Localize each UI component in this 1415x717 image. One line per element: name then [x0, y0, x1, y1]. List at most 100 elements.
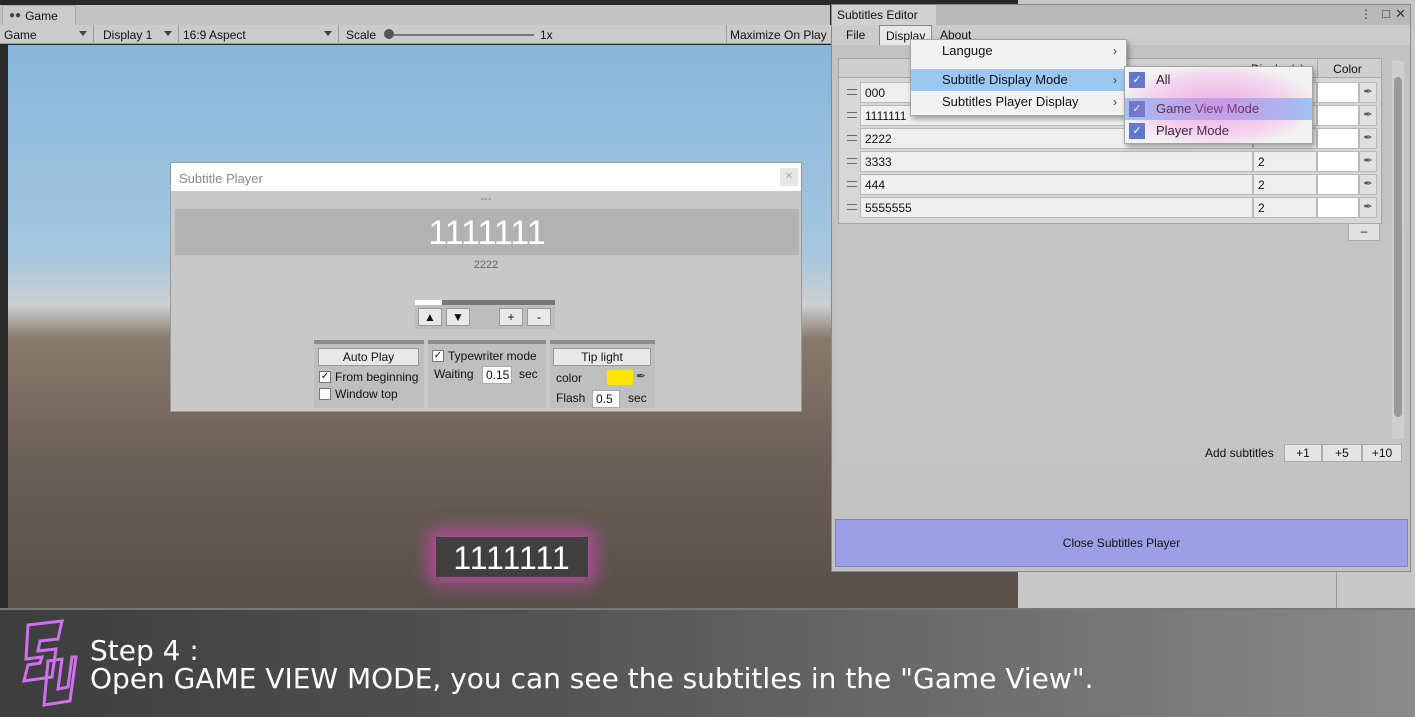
eyedropper-icon[interactable]: ✒: [1359, 128, 1377, 149]
scale-label: Scale: [346, 28, 377, 42]
drag-handle-icon[interactable]: [847, 204, 857, 210]
display-menu: Languge › Subtitle Display Mode › Subtitle…: [910, 39, 1127, 116]
tip-light-panel: Tip light color ✒ Flash 0.5 sec: [550, 340, 655, 408]
display-mode-submenu: ✓ All ✓ Game View Mode ✓ Player Mode: [1124, 66, 1313, 144]
auto-play-panel: Auto Play ✓ From beginning Window top: [314, 340, 424, 408]
eyedropper-icon[interactable]: ✒: [636, 369, 646, 383]
color-field[interactable]: [1317, 151, 1359, 172]
menu-file[interactable]: File: [840, 25, 871, 45]
drag-handle-icon[interactable]: [847, 158, 857, 164]
check-icon: ✓: [1129, 123, 1145, 139]
color-field[interactable]: [1317, 82, 1359, 103]
add-1-button[interactable]: +1: [1284, 444, 1322, 462]
scale-value: 1x: [540, 28, 553, 42]
chevron-down-icon: [164, 31, 172, 36]
scale-slider-handle[interactable]: [384, 29, 394, 39]
submenu-item-all-label: All: [1156, 72, 1171, 87]
flash-label: Flash: [556, 391, 586, 405]
speed-up-button[interactable]: +: [499, 308, 523, 326]
from-beginning-checkbox[interactable]: ✓: [319, 371, 331, 383]
typewriter-checkbox[interactable]: ✓: [432, 350, 444, 362]
tab-game[interactable]: ●● Game: [2, 5, 76, 25]
display-seconds-field[interactable]: 2: [1253, 151, 1317, 172]
auto-play-button[interactable]: Auto Play: [318, 348, 419, 366]
waiting-field[interactable]: 0.15: [482, 366, 512, 384]
submenu-item-game-view-mode[interactable]: ✓ Game View Mode: [1125, 98, 1312, 120]
eyedropper-icon[interactable]: ✒: [1359, 197, 1377, 218]
flash-unit: sec: [628, 391, 647, 405]
next-subtitle: 2222: [473, 259, 499, 271]
typewriter-label: Typewriter mode: [448, 349, 537, 363]
next-button[interactable]: ▼: [446, 308, 470, 326]
editor-scrollbar[interactable]: [1392, 61, 1404, 439]
su-logo-icon: [22, 619, 78, 707]
waiting-unit: sec: [519, 367, 538, 381]
close-icon[interactable]: ✕: [1395, 6, 1406, 22]
tab-subtitles-editor[interactable]: Subtitles Editor: [832, 5, 936, 25]
menu-item-subtitles-player-display[interactable]: Subtitles Player Display ›: [911, 91, 1126, 113]
maximize-on-play-toggle[interactable]: Maximize On Play: [726, 25, 832, 44]
chevron-right-icon: ›: [1113, 44, 1117, 58]
drag-handle-icon[interactable]: [847, 89, 857, 95]
game-mode-dropdown[interactable]: Game: [0, 25, 94, 44]
color-field[interactable]: [1317, 174, 1359, 195]
menu-item-subtitle-display-mode[interactable]: Subtitle Display Mode ›: [911, 69, 1126, 91]
chevron-down-icon: [79, 31, 87, 36]
color-label: color: [556, 371, 583, 385]
subtitle-text-field[interactable]: 444: [860, 174, 1253, 195]
color-field[interactable]: [1317, 197, 1359, 218]
typewriter-panel: ✓ Typewriter mode Waiting 0.15 sec: [428, 340, 546, 408]
close-subtitles-player-button[interactable]: Close Subtitles Player: [835, 519, 1408, 567]
color-field[interactable]: [1317, 105, 1359, 126]
eyedropper-icon[interactable]: ✒: [1359, 105, 1377, 126]
eyedropper-icon[interactable]: ✒: [1359, 82, 1377, 103]
submenu-item-player-mode-label: Player Mode: [1156, 123, 1229, 138]
window-top-label: Window top: [335, 387, 398, 401]
drag-handle-icon[interactable]: [847, 135, 857, 141]
display-seconds-field[interactable]: 2: [1253, 197, 1317, 218]
subtitle-text-field[interactable]: 3333: [860, 151, 1253, 172]
scale-slider-track[interactable]: [390, 34, 534, 36]
display-label: Display 1: [103, 27, 153, 42]
drag-handle-icon[interactable]: [847, 112, 857, 118]
window-top-checkbox[interactable]: [319, 388, 331, 400]
game-mode-label: Game: [4, 27, 37, 42]
subtitle-player-title[interactable]: Subtitle Player: [171, 163, 801, 191]
previous-subtitle: ---: [480, 193, 492, 205]
maximize-icon[interactable]: □: [1382, 6, 1390, 21]
speed-down-button[interactable]: -: [527, 308, 551, 326]
chevron-right-icon: ›: [1113, 73, 1117, 87]
menu-item-display-mode-label: Subtitle Display Mode: [942, 72, 1068, 87]
more-options-icon[interactable]: ⋮: [1360, 7, 1372, 21]
aspect-dropdown[interactable]: 16:9 Aspect: [179, 25, 339, 44]
previous-button[interactable]: ▲: [418, 308, 442, 326]
submenu-item-game-view-label: Game View Mode: [1156, 101, 1260, 116]
editor-body: [836, 225, 1406, 465]
tip-color-swatch[interactable]: [607, 370, 633, 385]
game-tab-bar: [0, 5, 830, 25]
subtitle-text-field[interactable]: 5555555: [860, 197, 1253, 218]
add-5-button[interactable]: +5: [1322, 444, 1362, 462]
add-10-button[interactable]: +10: [1362, 444, 1402, 462]
submenu-item-all[interactable]: ✓ All: [1125, 69, 1312, 91]
scrollbar-thumb[interactable]: [1394, 77, 1402, 417]
color-field[interactable]: [1317, 128, 1359, 149]
tip-light-button[interactable]: Tip light: [553, 348, 651, 366]
menu-item-language[interactable]: Languge ›: [911, 40, 1126, 62]
aspect-label: 16:9 Aspect: [183, 27, 246, 42]
submenu-item-player-mode[interactable]: ✓ Player Mode: [1125, 120, 1312, 142]
from-beginning-label: From beginning: [335, 370, 419, 384]
eyedropper-icon[interactable]: ✒: [1359, 151, 1377, 172]
display-dropdown[interactable]: Display 1: [99, 25, 179, 44]
remove-row-button[interactable]: –: [1348, 223, 1380, 241]
menu-item-language-label: Languge: [942, 43, 993, 58]
close-icon[interactable]: ✕: [780, 168, 798, 186]
in-game-subtitle: 1111111: [436, 537, 588, 577]
column-header-color: Color: [1317, 59, 1377, 78]
display-seconds-field[interactable]: 2: [1253, 174, 1317, 195]
eyedropper-icon[interactable]: ✒: [1359, 174, 1377, 195]
gamepad-icon: ●●: [9, 10, 22, 21]
flash-field[interactable]: 0.5: [592, 390, 620, 408]
current-subtitle: 1111111: [428, 214, 546, 252]
drag-handle-icon[interactable]: [847, 181, 857, 187]
